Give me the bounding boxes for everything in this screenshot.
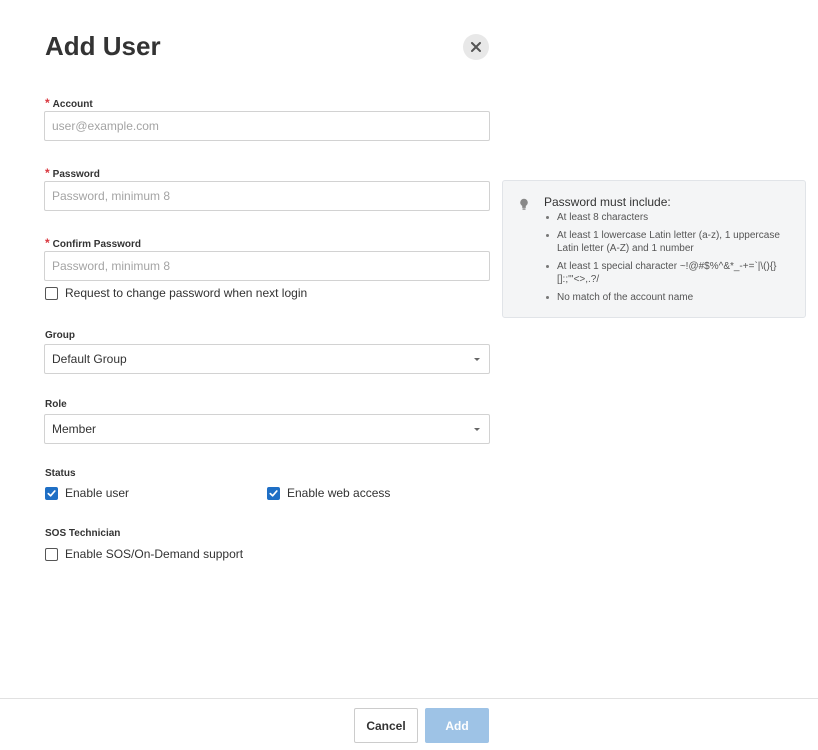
checkbox-box[interactable] [45,286,58,300]
password-requirements-list: At least 8 characters At least 1 lowerca… [544,211,794,308]
password-requirements-panel: Password must include: At least 8 charac… [502,180,806,318]
close-button[interactable] [463,34,489,60]
enable-user-checkbox[interactable]: Enable user [45,486,129,500]
list-item: At least 1 lowercase Latin letter (a-z),… [544,229,794,256]
caret-down-icon [474,427,480,431]
enable-web-access-checkbox[interactable]: Enable web access [267,486,390,500]
group-select[interactable]: Default Group [44,344,490,374]
role-label: Role [45,399,67,410]
footer-divider [0,698,818,699]
status-label: Status [45,468,76,479]
list-item: At least 1 special character ~!@#$%^&*_-… [544,260,794,287]
account-label: * Account [45,96,93,110]
group-label: Group [45,330,75,341]
caret-down-icon [474,357,480,361]
list-item: At least 8 characters [544,211,794,225]
close-icon [471,42,481,52]
dialog-title: Add User [45,31,161,61]
password-requirements-title: Password must include: [544,195,671,209]
list-item: No match of the account name [544,291,794,305]
sos-label: SOS Technician [45,528,121,539]
enable-sos-checkbox[interactable]: Enable SOS/On-Demand support [45,547,243,561]
password-label: * Password [45,166,100,180]
checkbox-box[interactable] [267,486,280,500]
change-password-checkbox[interactable]: Request to change password when next log… [45,286,307,300]
account-input[interactable] [44,111,490,141]
required-marker: * [45,96,50,110]
lightbulb-icon [520,198,528,210]
checkmark-icon [269,489,278,497]
checkbox-box[interactable] [45,486,58,500]
role-select[interactable]: Member [44,414,490,444]
cancel-button[interactable]: Cancel [354,708,418,743]
checkbox-box[interactable] [45,547,58,561]
group-selected-value: Default Group [52,352,127,366]
add-button[interactable]: Add [425,708,489,743]
confirm-password-label: * Confirm Password [45,236,142,250]
role-selected-value: Member [52,422,97,436]
confirm-password-input[interactable] [44,251,490,281]
required-marker: * [45,166,50,180]
checkmark-icon [47,489,56,497]
password-input[interactable] [44,181,490,211]
required-marker: * [45,236,50,250]
